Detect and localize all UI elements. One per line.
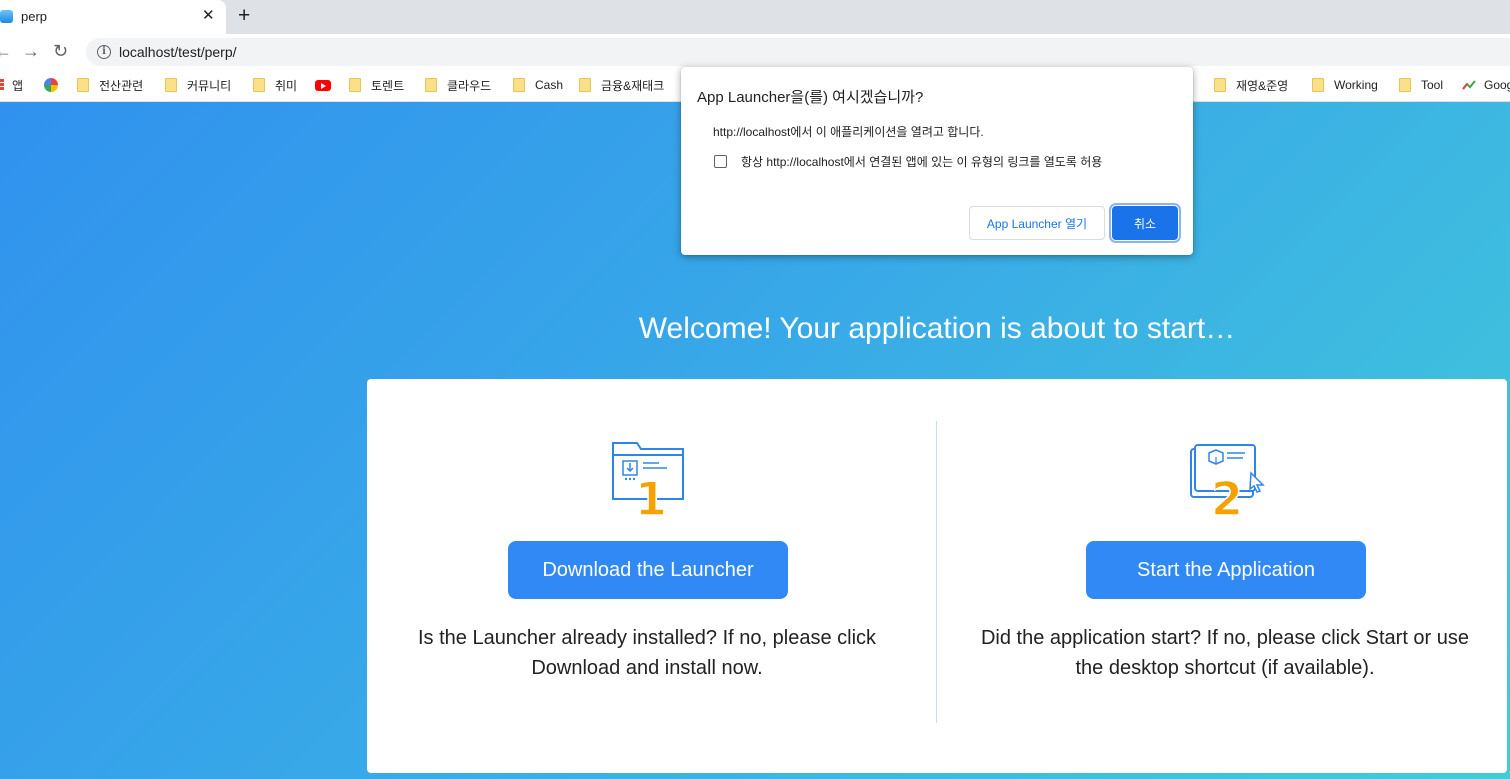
folder-icon: [349, 78, 361, 92]
new-tab-icon[interactable]: +: [238, 5, 250, 27]
launcher-card: 1 Download the Launcher Is the Launcher …: [367, 379, 1507, 773]
info-icon[interactable]: i: [97, 45, 111, 59]
folder-icon: [513, 78, 525, 92]
bookmark-folder[interactable]: 전산관련: [77, 76, 143, 94]
bookmark-folder[interactable]: 토렌트: [349, 76, 404, 94]
bookmark-label: 토렌트: [371, 78, 405, 93]
download-launcher-button[interactable]: Download the Launcher: [508, 541, 788, 599]
folder-icon: [1214, 78, 1226, 92]
folder-icon: [253, 78, 265, 92]
dialog-message: http://localhost에서 이 애플리케이션을 열려고 합니다.: [713, 125, 984, 139]
folder-icon: [579, 78, 591, 92]
bookmark-label: 취미: [275, 78, 298, 93]
tab-strip: perp ✕ +: [0, 0, 1510, 34]
open-app-launcher-button[interactable]: App Launcher 열기: [969, 206, 1105, 240]
always-allow-label[interactable]: 항상 http://localhost에서 연결된 앱에 있는 이 유형의 링크…: [741, 153, 1102, 170]
download-folder-icon: 1: [612, 442, 684, 519]
folder-icon: [77, 78, 89, 92]
bookmark-label: 클라우드: [447, 78, 492, 93]
bookmark-label: 앱: [12, 78, 24, 93]
step-2-column: 2 Start the Application Did the applicat…: [945, 379, 1505, 773]
youtube-icon: [315, 79, 331, 91]
apps-icon: [0, 79, 4, 91]
close-tab-icon[interactable]: ✕: [202, 8, 215, 24]
browser-tab[interactable]: perp ✕: [0, 0, 226, 34]
folder-icon: [1399, 78, 1411, 92]
bookmark-folder[interactable]: Cash: [513, 76, 563, 94]
bookmark-youtube[interactable]: [315, 76, 331, 94]
cancel-button[interactable]: 취소: [1109, 203, 1181, 243]
step-1-column: 1 Download the Launcher Is the Launcher …: [367, 379, 927, 773]
bookmark-label: Working: [1334, 78, 1378, 92]
bookmark-label: 전산관련: [99, 78, 144, 93]
bookmark-folder[interactable]: Tool: [1399, 76, 1443, 94]
reload-icon[interactable]: ↻: [53, 40, 68, 62]
bookmark-folder[interactable]: 금융&재태크: [579, 76, 664, 94]
back-arrow-icon[interactable]: ←: [0, 40, 12, 62]
dialog-title: App Launcher을(를) 여시겠습니까?: [697, 89, 924, 106]
bookmark-label: 금융&재태크: [601, 78, 665, 93]
browser-toolbar: ← → ↻ i localhost/test/perp/: [0, 34, 1510, 70]
cloud-favicon-icon: [0, 10, 13, 23]
bookmark-folder[interactable]: 클라우드: [425, 76, 491, 94]
step-1-description: Is the Launcher already installed? If no…: [417, 627, 877, 679]
folder-icon: [425, 78, 437, 92]
bookmark-label: 커뮤니티: [187, 78, 232, 93]
tab-title: perp: [21, 9, 48, 24]
bookmark-google[interactable]: Goog: [1462, 76, 1510, 94]
always-allow-checkbox[interactable]: [714, 155, 727, 168]
bookmark-apps[interactable]: 앱: [0, 76, 23, 94]
bookmark-folder[interactable]: 재영&준영: [1214, 76, 1288, 94]
url-text[interactable]: localhost/test/perp/: [119, 44, 237, 60]
bookmark-label: 재영&준영: [1236, 78, 1289, 93]
folder-icon: [165, 78, 177, 92]
open-app-dialog: App Launcher을(를) 여시겠습니까? http://localhos…: [681, 67, 1193, 255]
bookmark-label: Tool: [1421, 78, 1444, 92]
pinwheel-icon: [44, 78, 58, 92]
bookmark-label: Cash: [535, 78, 564, 92]
step-number: 1: [635, 472, 667, 519]
trends-icon: [1462, 80, 1476, 90]
address-bar[interactable]: i localhost/test/perp/: [86, 38, 1510, 66]
bookmark-label: Goog: [1484, 78, 1510, 92]
bookmark-pinwheel[interactable]: [44, 76, 58, 94]
step-2-description: Did the application start? If no, please…: [980, 627, 1470, 679]
bookmark-folder[interactable]: 커뮤니티: [165, 76, 231, 94]
start-application-button[interactable]: Start the Application: [1086, 541, 1366, 599]
column-divider: [936, 421, 937, 723]
bookmark-folder[interactable]: Working: [1312, 76, 1378, 94]
bookmark-folder[interactable]: 취미: [253, 76, 297, 94]
start-application-icon: 2: [1190, 444, 1265, 519]
forward-arrow-icon[interactable]: →: [22, 40, 40, 62]
folder-icon: [1312, 78, 1324, 92]
step-number: 2: [1211, 472, 1243, 519]
welcome-heading: Welcome! Your application is about to st…: [638, 312, 1236, 345]
